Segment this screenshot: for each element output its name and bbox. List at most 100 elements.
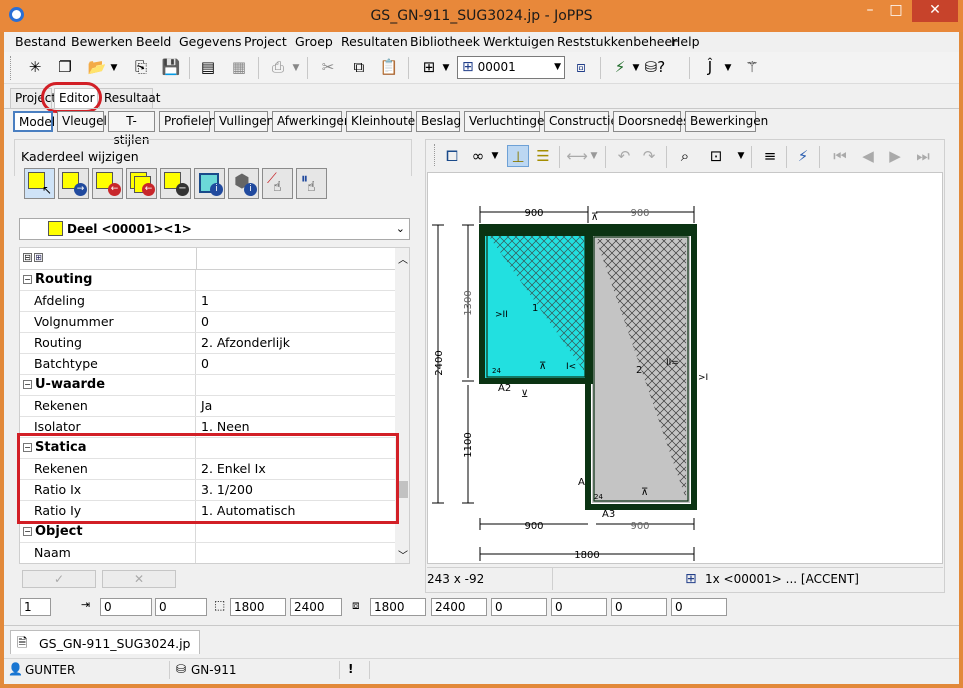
tab-vleugel[interactable]: Vleugel <box>57 111 107 132</box>
glasses-icon[interactable]: ∞ <box>467 145 489 167</box>
menu-help[interactable]: Help <box>671 34 700 49</box>
menu-resultaten[interactable]: Resultaten <box>341 34 408 49</box>
document-tab[interactable]: 🗎 GS_GN-911_SUG3024.jp <box>10 630 200 654</box>
align-icon[interactable]: ≡ <box>759 145 781 167</box>
menu-bewerken[interactable]: Bewerken <box>71 34 133 49</box>
menu-gegevens[interactable]: Gegevens <box>179 34 242 49</box>
next-icon[interactable]: ▶ <box>884 145 906 167</box>
cut-icon[interactable]: ✂ <box>317 56 339 78</box>
property-value[interactable]: Ja <box>198 396 394 416</box>
property-row[interactable]: Batchtype 0 <box>20 354 395 375</box>
collapse-all-icon[interactable]: ⊟ <box>23 253 32 262</box>
property-section[interactable]: − Routing <box>20 270 395 291</box>
tab-constructie[interactable]: Constructie <box>544 111 618 132</box>
menu-beeld[interactable]: Beeld <box>136 34 171 49</box>
last-icon[interactable]: ⏭ <box>912 145 934 167</box>
property-value[interactable]: 2. Afzonderlijk <box>198 333 394 353</box>
select-frame-icon[interactable]: ⊞ <box>418 56 440 78</box>
select-part-icon[interactable]: ↖ <box>24 168 55 199</box>
hand-cut-icon[interactable]: ⟋ ☝ <box>262 168 293 199</box>
collapse-icon[interactable]: − <box>23 380 32 389</box>
tab-vullingen[interactable]: Vullingen <box>214 111 274 132</box>
menu-bibliotheek[interactable]: Bibliotheek <box>410 34 480 49</box>
extra-field-3[interactable]: 0 <box>611 598 667 616</box>
expand-all-icon[interactable]: ⊞ <box>34 253 43 262</box>
new-file-icon[interactable]: ✳ <box>24 56 46 78</box>
width-dropdown-icon[interactable]: ▼ <box>590 145 598 167</box>
jopps-dropdown-icon[interactable]: ▼ <box>724 57 732 79</box>
width-tool-icon[interactable]: ⟷ <box>566 145 588 167</box>
property-section[interactable]: − Object <box>20 522 395 543</box>
menu-groep[interactable]: Groep <box>295 34 333 49</box>
remove-part-icon[interactable]: ← <box>92 168 123 199</box>
cancel-button[interactable]: ✕ <box>102 570 176 588</box>
part-info-icon[interactable]: i <box>194 168 225 199</box>
undo-icon[interactable]: ↶ <box>613 145 635 167</box>
scroll-up-icon[interactable]: ︿ <box>398 251 408 266</box>
property-value[interactable]: 0 <box>198 354 394 374</box>
tab-resultaat[interactable]: Resultaat <box>99 88 161 108</box>
scroll-down-icon[interactable]: ﹀ <box>398 547 408 562</box>
print-dropdown-icon[interactable]: ▼ <box>292 57 300 79</box>
property-row[interactable]: Afdeling 1 <box>20 291 395 312</box>
add-part-icon[interactable]: → <box>58 168 89 199</box>
pos-x-field[interactable]: 0 <box>100 598 152 616</box>
export-icon[interactable]: ⎘ <box>130 56 152 78</box>
ok-button[interactable]: ✓ <box>22 570 96 588</box>
tab-afwerkingen[interactable]: Afwerkingen <box>272 111 351 132</box>
part-select[interactable]: Deel <00001><1> ⌄ <box>19 218 410 240</box>
property-row[interactable]: Rekenen Ja <box>20 396 395 417</box>
tab-model[interactable]: Model <box>13 111 55 132</box>
hand-move-icon[interactable]: ⏸ ☝ <box>296 168 327 199</box>
extra-field-4[interactable]: 0 <box>671 598 727 616</box>
property-value[interactable]: 0 <box>198 312 394 332</box>
property-value[interactable] <box>198 543 394 563</box>
frames-icon[interactable]: ⧈ <box>570 56 592 78</box>
property-section[interactable]: − U-waarde <box>20 375 395 396</box>
print-preview-icon[interactable]: ▤ <box>197 56 219 78</box>
frame-view-icon[interactable]: ⧠ <box>441 145 463 167</box>
duplicate-part-icon[interactable]: ← <box>126 168 157 199</box>
height-field[interactable]: 2400 <box>290 598 342 616</box>
outer-width-field[interactable]: 1800 <box>370 598 426 616</box>
collapse-icon[interactable]: − <box>23 527 32 536</box>
paste-icon[interactable]: 📋 <box>378 56 400 78</box>
width-field[interactable]: 1800 <box>230 598 286 616</box>
close-button[interactable]: ✕ <box>912 0 958 22</box>
property-row[interactable]: Volgnummer 0 <box>20 312 395 333</box>
hinge-tool-icon[interactable]: ⊥ <box>507 145 529 167</box>
pos-y-field[interactable]: 0 <box>155 598 207 616</box>
count-field[interactable]: 1 <box>20 598 51 616</box>
property-value[interactable]: 1 <box>198 291 394 311</box>
redo-icon[interactable]: ↷ <box>638 145 660 167</box>
copy-icon[interactable]: ⧉ <box>348 56 370 78</box>
extra-field-2[interactable]: 0 <box>551 598 607 616</box>
tab-t-stijlen[interactable]: T-stijlen <box>108 111 155 147</box>
tab-bewerkingen[interactable]: Bewerkingen <box>685 111 768 132</box>
outer-height-field[interactable]: 2400 <box>431 598 487 616</box>
select-dropdown-icon[interactable]: ▼ <box>442 57 450 79</box>
drawing-canvas[interactable]: 900 900 900 900 1800 2400 1300 1100 >II … <box>427 172 943 564</box>
printer-icon[interactable]: ⎙ <box>267 56 289 78</box>
lightning-dropdown-icon[interactable]: ▼ <box>632 57 640 79</box>
tab-doorsnedes[interactable]: Doorsnedes <box>613 111 689 132</box>
magic-wand-icon[interactable]: ⚚ <box>741 56 763 78</box>
grid-lightning-icon[interactable]: ⚡ <box>792 145 814 167</box>
menu-reststukkenbeheer[interactable]: Reststukkenbeheer <box>557 34 677 49</box>
open-folder-icon[interactable]: 📂 <box>86 56 108 78</box>
view-dropdown-icon[interactable]: ▼ <box>491 145 499 167</box>
open-dropdown-icon[interactable]: ▼ <box>110 57 118 79</box>
property-row[interactable]: Routing 2. Afzonderlijk <box>20 333 395 354</box>
lightning-icon[interactable]: ⚡ <box>609 56 631 78</box>
maximize-button[interactable]: □ <box>883 0 909 22</box>
first-icon[interactable]: ⏮ <box>829 145 851 167</box>
collapse-icon[interactable]: − <box>23 275 32 284</box>
frame-number-combo[interactable]: ⊞ 00001 ▼ <box>457 56 565 79</box>
previous-icon[interactable]: ◀ <box>857 145 879 167</box>
database-query-icon[interactable]: ⛁? <box>644 56 666 78</box>
property-row[interactable]: Naam <box>20 543 395 563</box>
delete-part-icon[interactable]: − <box>160 168 191 199</box>
cube-info-icon[interactable]: ⬢ i <box>228 168 259 199</box>
copy-file-icon[interactable]: ❐ <box>54 56 76 78</box>
extra-field-1[interactable]: 0 <box>491 598 547 616</box>
